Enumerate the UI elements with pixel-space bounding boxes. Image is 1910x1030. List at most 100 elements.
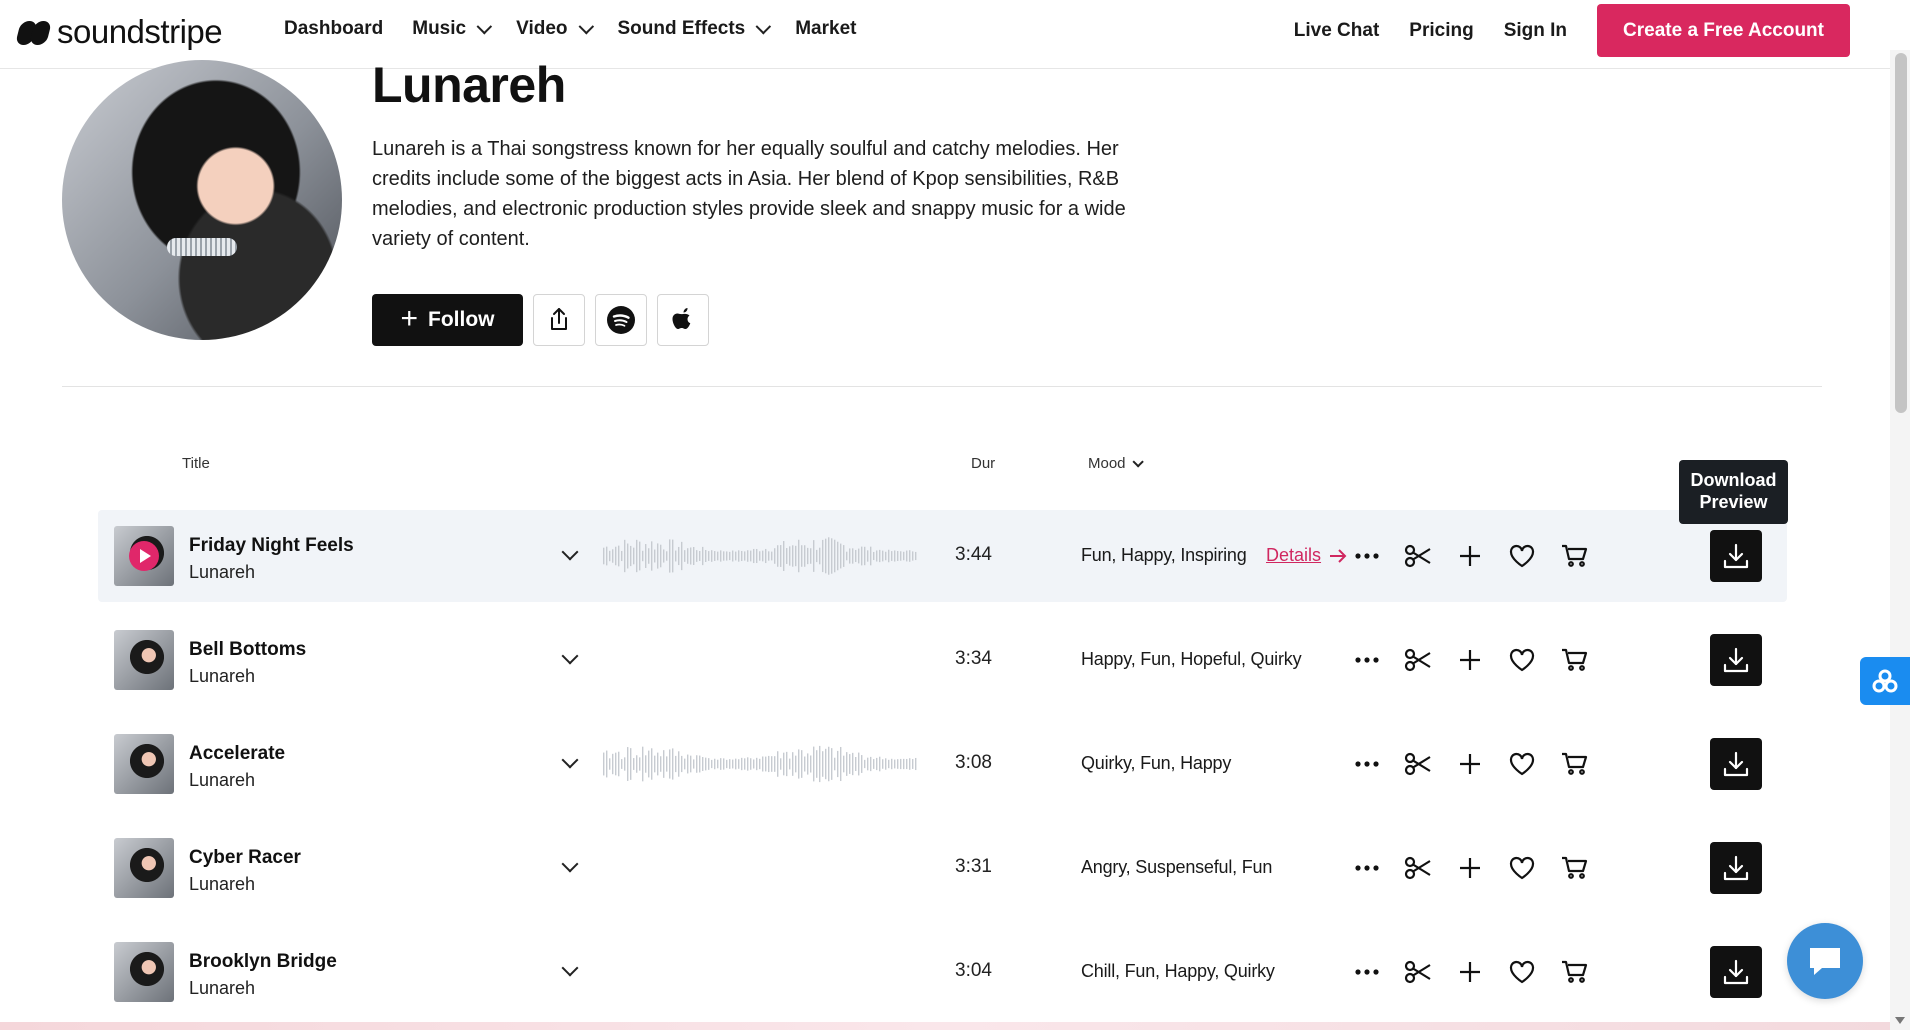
track-waveform[interactable]	[603, 534, 918, 578]
chevron-down-icon[interactable]	[561, 647, 579, 665]
scrollbar-thumb[interactable]	[1895, 53, 1907, 413]
nav-sound-effects[interactable]: Sound Effects	[618, 18, 772, 40]
heart-button[interactable]	[1502, 536, 1542, 576]
scissors-button[interactable]	[1398, 640, 1438, 680]
side-widget-button[interactable]	[1860, 657, 1910, 705]
track-thumbnail[interactable]	[114, 734, 174, 794]
heart-button[interactable]	[1502, 952, 1542, 992]
heart-icon	[1509, 752, 1535, 776]
logo[interactable]: soundstripe	[15, 13, 223, 51]
sign-in-link[interactable]: Sign In	[1504, 20, 1567, 42]
heart-icon	[1509, 960, 1535, 984]
track-artist[interactable]: Lunareh	[189, 874, 255, 895]
chevron-down-icon[interactable]	[561, 855, 579, 873]
cart-button[interactable]	[1555, 640, 1595, 680]
play-icon[interactable]	[129, 541, 159, 571]
scissors-button[interactable]	[1398, 744, 1438, 784]
track-row[interactable]: Cyber Racer Lunareh 3:31 Angry, Suspenseful…	[98, 822, 1787, 914]
chat-button[interactable]	[1787, 923, 1863, 999]
apple-icon	[672, 308, 691, 329]
track-waveform[interactable]	[603, 742, 918, 786]
track-title[interactable]: Bell Bottoms	[189, 639, 306, 661]
track-thumbnail[interactable]	[114, 630, 174, 690]
track-row[interactable]: Accelerate Lunareh 3:08 Quirky, Fun, Happy	[98, 718, 1787, 810]
nav-music[interactable]: Music	[412, 18, 493, 40]
download-button[interactable]	[1710, 738, 1762, 790]
download-icon	[1723, 855, 1749, 881]
page-scrollbar[interactable]	[1890, 50, 1910, 1030]
track-title[interactable]: Brooklyn Bridge	[189, 951, 337, 973]
download-button[interactable]	[1710, 634, 1762, 686]
share-button[interactable]	[533, 294, 585, 346]
track-title[interactable]: Accelerate	[189, 743, 285, 765]
spotify-button[interactable]	[595, 294, 647, 346]
logo-text: soundstripe	[57, 13, 223, 50]
follow-button[interactable]: + Follow	[372, 294, 523, 346]
scissors-icon	[1404, 960, 1431, 984]
plus-button[interactable]	[1450, 536, 1490, 576]
more-icon	[1355, 657, 1379, 663]
download-preview-tooltip: Download Preview	[1679, 460, 1788, 524]
more-button[interactable]	[1347, 744, 1387, 784]
more-button[interactable]	[1347, 536, 1387, 576]
apple-music-button[interactable]	[657, 294, 709, 346]
cart-button[interactable]	[1555, 536, 1595, 576]
heart-button[interactable]	[1502, 744, 1542, 784]
nav-video[interactable]: Video	[516, 18, 594, 40]
details-link[interactable]: Details	[1266, 545, 1347, 566]
track-thumbnail[interactable]	[114, 838, 174, 898]
cart-button[interactable]	[1555, 848, 1595, 888]
cart-button[interactable]	[1555, 952, 1595, 992]
track-duration: 3:04	[955, 960, 992, 981]
scissors-button[interactable]	[1398, 952, 1438, 992]
scroll-down-arrow-icon[interactable]	[1895, 1017, 1905, 1024]
cart-icon	[1562, 960, 1588, 983]
scissors-icon	[1404, 752, 1431, 776]
more-icon	[1355, 865, 1379, 871]
track-mood: Angry, Suspenseful, Fun	[1081, 857, 1273, 877]
plus-button[interactable]	[1450, 848, 1490, 888]
download-icon	[1723, 543, 1749, 569]
track-artist[interactable]: Lunareh	[189, 770, 255, 791]
plus-button[interactable]	[1450, 640, 1490, 680]
cart-button[interactable]	[1555, 744, 1595, 784]
pricing-link[interactable]: Pricing	[1409, 20, 1473, 42]
heart-button[interactable]	[1502, 640, 1542, 680]
track-mood: Quirky, Fun, Happy	[1081, 753, 1232, 773]
download-button[interactable]	[1710, 842, 1762, 894]
chevron-down-icon[interactable]	[561, 751, 579, 769]
more-button[interactable]	[1347, 848, 1387, 888]
track-duration: 3:34	[955, 648, 992, 669]
plus-button[interactable]	[1450, 744, 1490, 784]
track-row[interactable]: Bell Bottoms Lunareh 3:34 Happy, Fun, Hopef…	[98, 614, 1787, 706]
track-row[interactable]: Friday Night Feels Lunareh 3:44 Fun, Happy,…	[98, 510, 1787, 602]
track-title[interactable]: Friday Night Feels	[189, 535, 354, 557]
chevron-down-icon	[578, 18, 594, 34]
track-duration: 3:08	[955, 752, 992, 773]
more-button[interactable]	[1347, 640, 1387, 680]
track-row[interactable]: Brooklyn Bridge Lunareh 3:04 Chill, Fun, Ha…	[98, 926, 1787, 1018]
download-button[interactable]	[1710, 946, 1762, 998]
track-thumbnail[interactable]	[114, 942, 174, 1002]
track-thumbnail[interactable]	[114, 526, 174, 586]
scissors-button[interactable]	[1398, 848, 1438, 888]
download-icon	[1723, 751, 1749, 777]
heart-button[interactable]	[1502, 848, 1542, 888]
track-artist[interactable]: Lunareh	[189, 666, 255, 687]
track-duration: 3:31	[955, 856, 992, 877]
create-account-button[interactable]: Create a Free Account	[1597, 4, 1850, 57]
download-icon	[1723, 647, 1749, 673]
mood-filter[interactable]: Mood	[1088, 455, 1144, 472]
chevron-down-icon[interactable]	[561, 543, 579, 561]
live-chat-link[interactable]: Live Chat	[1294, 20, 1380, 42]
chevron-down-icon[interactable]	[561, 959, 579, 977]
download-button[interactable]	[1710, 530, 1762, 582]
more-button[interactable]	[1347, 952, 1387, 992]
track-artist[interactable]: Lunareh	[189, 978, 255, 999]
scissors-button[interactable]	[1398, 536, 1438, 576]
plus-button[interactable]	[1450, 952, 1490, 992]
nav-market[interactable]: Market	[795, 18, 856, 40]
track-title[interactable]: Cyber Racer	[189, 847, 301, 869]
nav-dashboard[interactable]: Dashboard	[284, 18, 383, 40]
track-artist[interactable]: Lunareh	[189, 562, 255, 583]
